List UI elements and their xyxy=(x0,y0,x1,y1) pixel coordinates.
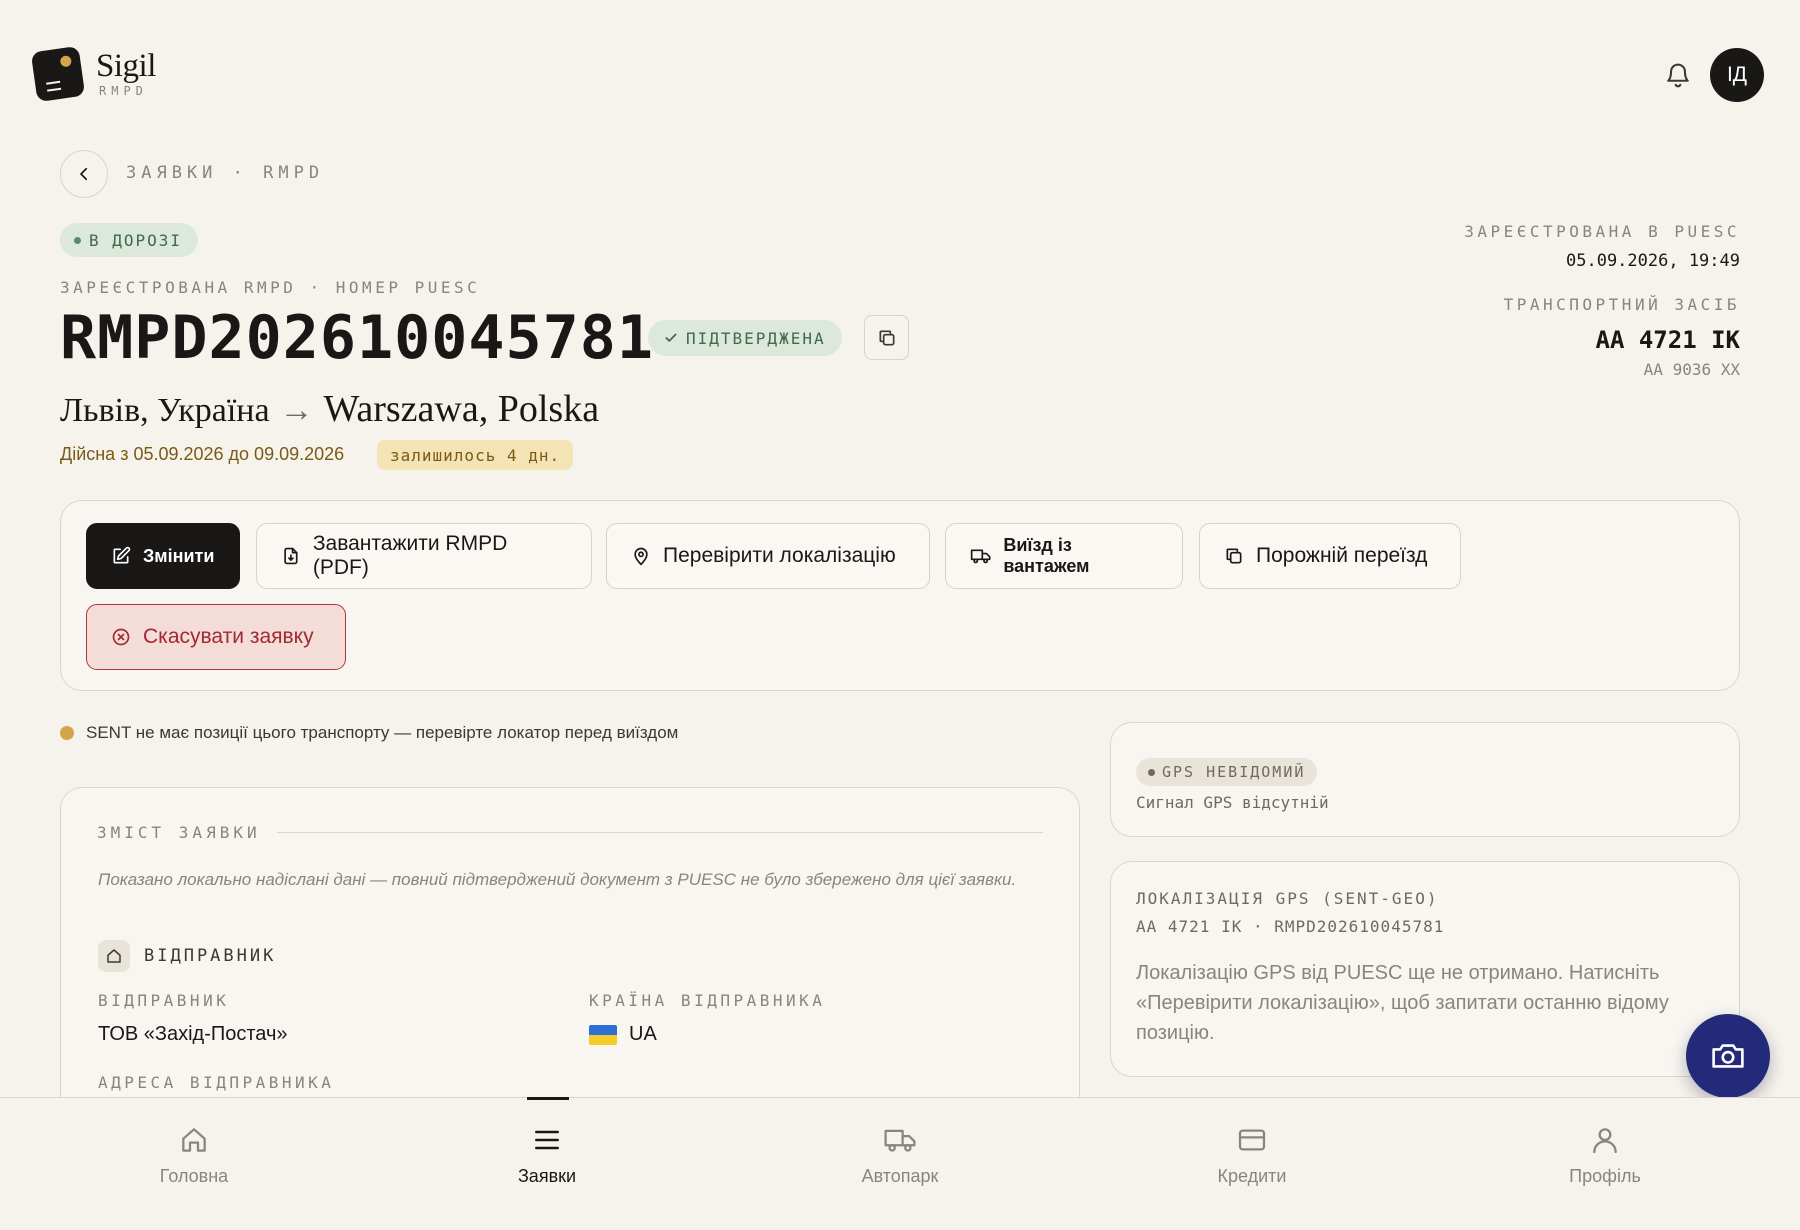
validity-period: Дійсна з 05.09.2026 до 09.09.2026 xyxy=(60,444,345,464)
empty-run-button[interactable]: Порожній переїзд xyxy=(1199,523,1461,589)
confirmed-badge: ПІДТВЕРДЖЕНА xyxy=(648,320,842,356)
location-body: Локалізацію GPS від PUESC ще не отримано… xyxy=(1136,962,1669,1044)
avatar[interactable]: ІД xyxy=(1710,48,1764,102)
sender-section-header: ВІДПРАВНИК xyxy=(98,940,276,972)
edit-button[interactable]: Змінити xyxy=(86,523,240,589)
ukraine-flag-icon xyxy=(589,1024,617,1045)
active-tab-indicator xyxy=(527,1097,569,1100)
remaining-days-badge: залишилось 4 дн. xyxy=(377,440,574,470)
rmpd-number-label: ЗАРЕЄСТРОВАНА RMPD · НОМЕР PUESC xyxy=(60,278,481,297)
vehicle-label: ТРАНСПОРТНИЙ ЗАСІБ xyxy=(1503,295,1740,314)
country-value: UA xyxy=(589,1023,657,1046)
user-icon xyxy=(1593,1128,1617,1154)
gps-warning: SENT не має позиції цього транспорту — п… xyxy=(60,723,678,743)
local-data-note: Показано локально надіслані дані — повни… xyxy=(98,870,1017,889)
warning-dot-icon xyxy=(60,726,74,740)
trailer-plate: AA 9036 XX xyxy=(1643,360,1740,379)
bottom-nav: Головна Заявки Автопарк Кредити Профіль xyxy=(0,1097,1800,1230)
nav-home[interactable]: Головна xyxy=(114,1124,274,1187)
check-location-button[interactable]: Перевірити локалізацію xyxy=(606,523,930,589)
app-logo[interactable]: Sigil RMPD xyxy=(30,45,156,103)
vehicle-plate: AA 4721 IK xyxy=(1595,326,1741,354)
app-name: Sigil xyxy=(96,48,156,84)
nav-credits[interactable]: Кредити xyxy=(1172,1124,1332,1187)
nav-profile[interactable]: Профіль xyxy=(1525,1124,1685,1187)
breadcrumb[interactable]: ЗАЯВКИ · RMPD xyxy=(126,163,324,183)
registered-value: 05.09.2026, 19:49 xyxy=(1566,251,1740,271)
registered-label: ЗАРЕЄСТРОВАНА В PUESC xyxy=(1464,222,1740,241)
route-arrow: → xyxy=(279,392,314,429)
gps-status-text: Сигнал GPS відсутній xyxy=(1136,793,1329,812)
truck-icon xyxy=(884,1129,916,1152)
home-icon xyxy=(98,940,130,972)
route-from: Львів, Україна xyxy=(60,392,270,429)
logo-mark-icon xyxy=(30,45,86,103)
country-label: КРАЇНА ВІДПРАВНИКА xyxy=(589,991,826,1010)
address-label: АДРЕСА ВІДПРАВНИКА xyxy=(98,1073,335,1092)
gps-location-card: ЛОКАЛІЗАЦІЯ GPS (SENT-GEO) AA 4721 IK · … xyxy=(1110,861,1740,1077)
sender-value: ТОВ «Захід-Постач» xyxy=(98,1023,288,1045)
rmpd-number: RMPD202610045781 xyxy=(60,303,654,373)
location-title: ЛОКАЛІЗАЦІЯ GPS (SENT-GEO) xyxy=(1136,889,1439,908)
chevron-left-icon xyxy=(80,167,88,181)
download-pdf-button[interactable]: Завантажити RMPD (PDF) xyxy=(256,523,592,589)
copy-icon xyxy=(879,330,894,345)
copy-icon xyxy=(1226,548,1242,564)
map-pin-icon xyxy=(634,547,648,566)
bell-icon[interactable] xyxy=(1664,60,1692,90)
menu-icon xyxy=(535,1130,559,1150)
credit-card-icon xyxy=(1238,1129,1266,1151)
app-sub: RMPD xyxy=(99,84,148,98)
x-circle-icon xyxy=(112,628,130,646)
section-title: ЗМІСТ ЗАЯВКИ xyxy=(97,823,1043,842)
camera-fab-button[interactable] xyxy=(1686,1014,1770,1098)
location-subtitle: AA 4721 IK · RMPD202610045781 xyxy=(1136,917,1445,936)
home-icon xyxy=(182,1128,206,1152)
nav-requests[interactable]: Заявки xyxy=(467,1124,627,1187)
actions-panel: Змінити Завантажити RMPD (PDF) Перевірит… xyxy=(60,500,1740,691)
exit-loaded-button[interactable]: Виїзд із вантажем xyxy=(945,523,1183,589)
camera-icon xyxy=(1712,1044,1744,1068)
status-badge: В ДОРОЗІ xyxy=(60,223,199,257)
gps-status-badge: GPS НЕВІДОМИЙ xyxy=(1136,758,1318,786)
check-icon xyxy=(665,333,677,342)
back-button[interactable] xyxy=(60,150,108,198)
route-to: Warszawa, Polska xyxy=(323,388,600,430)
edit-icon xyxy=(113,546,131,564)
truck-icon xyxy=(970,549,991,564)
gps-status-card: GPS НЕВІДОМИЙ Сигнал GPS відсутній xyxy=(1110,722,1740,837)
registration-meta: ЗАРЕЄСТРОВАНА В PUESC 05.09.2026, 19:49 … xyxy=(1464,222,1740,379)
sender-label: ВІДПРАВНИК xyxy=(98,991,230,1010)
nav-fleet[interactable]: Автопарк xyxy=(820,1124,980,1187)
route: Львів, Україна → Warszawa, Polska xyxy=(60,387,599,431)
cancel-request-button[interactable]: Скасувати заявку xyxy=(86,604,346,670)
copy-number-button[interactable] xyxy=(864,315,909,360)
file-download-icon xyxy=(284,547,298,565)
